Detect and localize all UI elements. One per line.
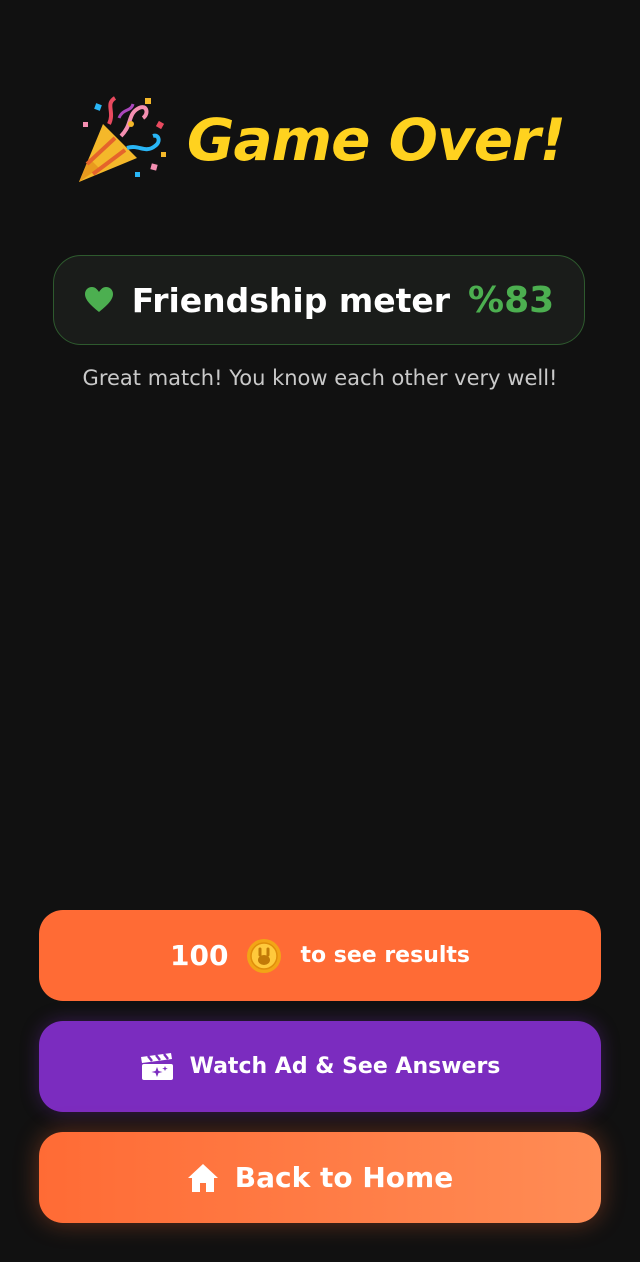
home-icon — [187, 1163, 218, 1192]
party-popper-icon — [78, 96, 166, 182]
watch-ad-button[interactable]: Watch Ad & See Answers — [39, 1021, 601, 1112]
friendship-meter-value: %83 — [468, 279, 555, 321]
back-to-home-label: Back to Home — [234, 1161, 454, 1194]
heart-icon — [84, 287, 113, 312]
watch-ad-label: Watch Ad & See Answers — [189, 1054, 501, 1079]
see-results-label: to see results — [300, 943, 471, 968]
see-results-button[interactable]: 100 to see results — [39, 910, 601, 1001]
title-row: Game Over! — [0, 92, 640, 188]
page-title: Game Over! — [186, 106, 566, 174]
back-to-home-button[interactable]: Back to Home — [39, 1132, 601, 1223]
result-message: Great match! You know each other very we… — [82, 366, 558, 390]
friendship-meter: Friendship meter %83 — [53, 255, 585, 345]
clapperboard-icon — [140, 1052, 173, 1080]
friendship-meter-label: Friendship meter — [131, 280, 451, 320]
coin-amount: 100 — [169, 939, 229, 972]
coin-icon — [247, 938, 282, 973]
